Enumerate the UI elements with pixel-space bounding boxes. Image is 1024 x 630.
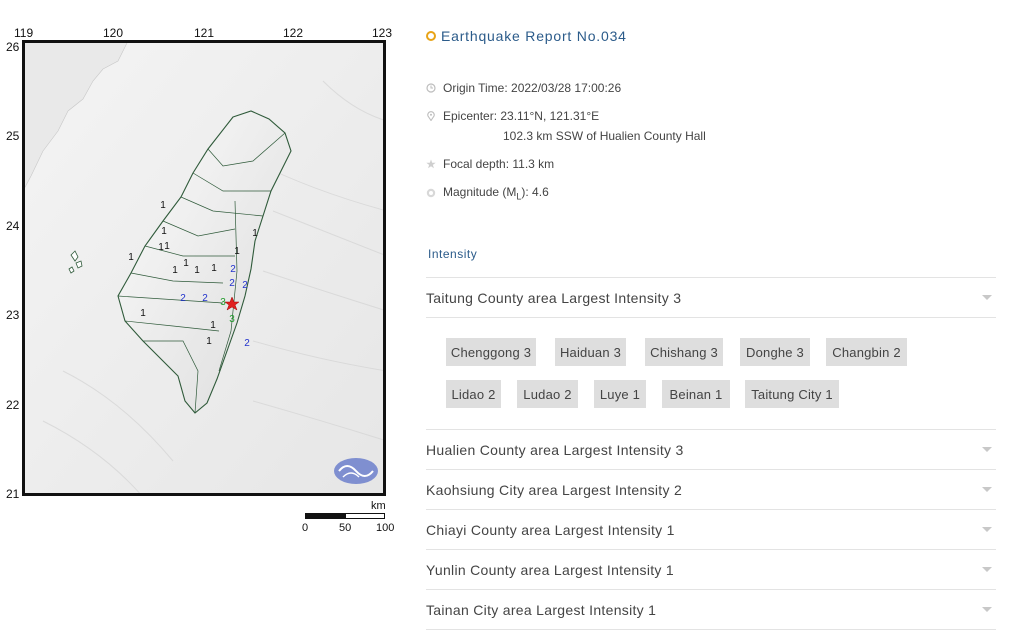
area-row-yunlin[interactable]: Yunlin County area Largest Intensity 1 (426, 549, 996, 589)
intensity-mark: 2 (242, 280, 248, 291)
chevron-down-icon (982, 607, 992, 612)
station-chip: Lidao 2 (446, 380, 501, 408)
intensity-mark: 1 (234, 246, 240, 257)
station-chip: Haiduan 3 (555, 338, 626, 366)
station-chip: Beinan 1 (662, 380, 730, 408)
lat-tick-label: 25 (6, 129, 20, 143)
intensity-mark: 1 (158, 242, 164, 253)
magnitude-row: Magnitude (ML): 4.6 (426, 185, 549, 201)
intensity-mark: 1 (252, 228, 258, 239)
area-label: Hualien County area Largest Intensity 3 (426, 441, 684, 458)
map-canvas: 1111111111111122222233 (22, 40, 386, 496)
lat-tick-label: 22 (6, 398, 20, 412)
epicenter-map: 119 120 121 122 123 26 25 24 23 22 21 1 … (0, 0, 400, 540)
intensity-mark: 1 (210, 320, 216, 331)
magnitude-icon (426, 188, 436, 198)
epicenter-distance: 102.3 km SSW of Hualien County Hall (503, 129, 706, 143)
map-frame-left (22, 40, 25, 496)
intensity-mark: 1 (194, 265, 200, 276)
lon-tick-label: 120 (103, 26, 124, 40)
station-chip: Luye 1 (594, 380, 646, 408)
lat-tick-label: 21 (6, 487, 20, 501)
area-row-taitung[interactable]: Taitung County area Largest Intensity 3 (426, 277, 996, 317)
scale-unit: km (371, 500, 386, 512)
area-row-kaohsiung[interactable]: Kaohsiung City area Largest Intensity 2 (426, 469, 996, 509)
station-chip: Ludao 2 (517, 380, 578, 408)
intensity-mark: 1 (172, 265, 178, 276)
chevron-down-icon (982, 567, 992, 572)
intensity-mark: 1 (183, 258, 189, 269)
intensity-mark: 1 (164, 241, 170, 252)
station-chip: Taitung City 1 (745, 380, 839, 408)
lat-tick-label: 26 (6, 40, 20, 54)
report-header: Earthquake Report No.034 (426, 28, 627, 44)
clock-icon (426, 83, 436, 93)
intensity-mark: 1 (140, 308, 146, 319)
report-title: Earthquake Report No.034 (441, 28, 627, 44)
area-label: Tainan City area Largest Intensity 1 (426, 601, 657, 618)
lon-tick-label: 123 (372, 26, 393, 40)
intensity-mark: 1 (211, 263, 217, 274)
intensity-mark: 1 (206, 336, 212, 347)
focal-depth-row: Focal depth: 11.3 km (426, 157, 554, 171)
intensity-mark: 2 (202, 293, 208, 304)
intensity-mark: 2 (180, 293, 186, 304)
scale-label: 50 (339, 522, 352, 534)
cwb-logo (334, 458, 378, 484)
station-chip: Donghe 3 (740, 338, 810, 366)
scale-segment (345, 513, 385, 519)
chevron-down-icon (982, 295, 992, 300)
scale-segment (305, 513, 345, 519)
magnitude-value: ): 4.6 (521, 185, 549, 199)
intensity-mark: 2 (244, 338, 250, 349)
intensity-mark: 1 (160, 200, 166, 211)
intensity-mark: 1 (161, 226, 167, 237)
location-pin-icon (426, 111, 436, 121)
area-label: Yunlin County area Largest Intensity 1 (426, 561, 674, 578)
focal-depth: Focal depth: 11.3 km (443, 157, 555, 171)
origin-time: Origin Time: 2022/03/28 17:00:26 (443, 81, 622, 95)
origin-time-row: Origin Time: 2022/03/28 17:00:26 (426, 81, 621, 95)
magnitude: Magnitude (ML): 4.6 (443, 185, 549, 201)
intensity-mark: 2 (229, 278, 235, 289)
magnitude-prefix: Magnitude (M (443, 185, 517, 199)
lat-tick-label: 23 (6, 308, 20, 322)
chevron-down-icon (982, 487, 992, 492)
intensity-mark: 3 (229, 314, 235, 325)
lat-tick-label: 24 (6, 219, 20, 233)
lon-tick-label: 122 (283, 26, 304, 40)
station-list (426, 317, 996, 429)
epicenter-row: Epicenter: 23.11°N, 121.31°E (426, 109, 599, 123)
area-label: Taitung County area Largest Intensity 3 (426, 289, 682, 306)
map-frame-right (383, 40, 386, 496)
chevron-down-icon (982, 527, 992, 532)
epicenter: Epicenter: 23.11°N, 121.31°E (443, 109, 600, 123)
area-row-chiayi[interactable]: Chiayi County area Largest Intensity 1 (426, 509, 996, 549)
scale-label: 100 (376, 522, 395, 534)
intensity-mark: 2 (230, 264, 236, 275)
intensity-mark: 1 (128, 252, 134, 263)
lon-tick-label: 121 (194, 26, 215, 40)
station-chip: Changbin 2 (826, 338, 907, 366)
area-row-hualien[interactable]: Hualien County area Largest Intensity 3 (426, 429, 996, 469)
area-label: Kaohsiung City area Largest Intensity 2 (426, 481, 683, 498)
star-icon (426, 159, 436, 169)
station-chip: Chishang 3 (645, 338, 723, 366)
map-frame-bottom (22, 493, 386, 496)
title-bullet-icon (426, 31, 436, 41)
area-row-tainan[interactable]: Tainan City area Largest Intensity 1 (426, 589, 996, 629)
intensity-heading: Intensity (428, 247, 478, 261)
scale-label: 0 (302, 522, 309, 534)
lon-tick-label: 119 (14, 26, 34, 40)
area-label: Chiayi County area Largest Intensity 1 (426, 521, 675, 538)
map-relief: 1111111 1 11111122 22 2233 (23, 41, 385, 495)
station-chip: Chenggong 3 (446, 338, 536, 366)
chevron-down-icon (982, 447, 992, 452)
map-frame-top (22, 40, 386, 43)
